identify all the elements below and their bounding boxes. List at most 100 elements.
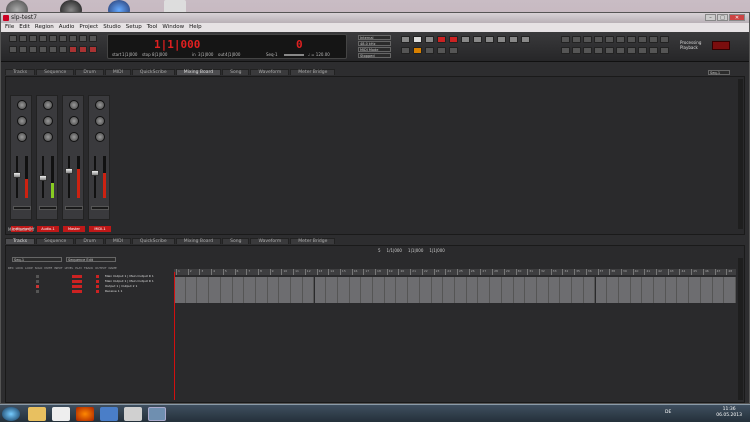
play-enable-icon[interactable] bbox=[96, 285, 99, 288]
grid-cell[interactable] bbox=[630, 277, 643, 303]
grid-cell[interactable] bbox=[419, 277, 432, 303]
transport-btn-1[interactable] bbox=[19, 35, 27, 42]
grid-cell[interactable] bbox=[244, 277, 256, 303]
fader-value-box[interactable] bbox=[13, 206, 31, 210]
grid-cell[interactable] bbox=[560, 277, 573, 303]
mode-btn-1[interactable] bbox=[413, 36, 422, 43]
play-enable-icon[interactable] bbox=[96, 280, 99, 283]
grid-cell[interactable] bbox=[466, 277, 479, 303]
menu-window[interactable]: Window bbox=[162, 23, 184, 32]
window-btn-0-9[interactable] bbox=[660, 36, 669, 43]
grid-cell[interactable] bbox=[665, 277, 678, 303]
transport-btn-row2-5[interactable] bbox=[59, 46, 67, 53]
record-enable-icon[interactable] bbox=[36, 275, 39, 278]
grid-cell[interactable] bbox=[373, 277, 385, 303]
clock[interactable]: 11:36 06.05.2013 bbox=[716, 407, 742, 419]
send-knob[interactable] bbox=[69, 116, 79, 126]
grid-cell[interactable] bbox=[209, 277, 221, 303]
volume-fader[interactable] bbox=[13, 171, 21, 178]
channel-name-3[interactable]: Master bbox=[63, 226, 85, 232]
play-enable-icon[interactable] bbox=[96, 275, 99, 278]
pan-knob[interactable] bbox=[43, 100, 53, 110]
window-btn-0-5[interactable] bbox=[616, 36, 625, 43]
mixer-tab-meter-bridge[interactable]: Meter Bridge bbox=[290, 69, 336, 75]
window-btn-0-3[interactable] bbox=[594, 36, 603, 43]
digital-performer-taskbar-icon[interactable] bbox=[148, 407, 166, 421]
transport-btn-row2-3[interactable] bbox=[39, 46, 47, 53]
tracks-tab-song[interactable]: Song bbox=[222, 238, 250, 244]
grid-cell[interactable] bbox=[396, 277, 409, 303]
tracks-tab-meter-bridge[interactable]: Meter Bridge bbox=[290, 238, 336, 244]
transport-btn-row2-4[interactable] bbox=[49, 46, 57, 53]
tracks-tab-quickscribe[interactable]: QuickScribe bbox=[131, 238, 175, 244]
mode-btn-3[interactable] bbox=[437, 36, 446, 43]
midi-mode-dropdown[interactable]: MIDI Mode bbox=[358, 47, 391, 52]
grid-cell[interactable] bbox=[232, 277, 245, 303]
out-value[interactable]: 4|1|000 bbox=[225, 52, 240, 57]
record-enable-icon[interactable] bbox=[36, 285, 39, 288]
transport-btn-row2-1[interactable] bbox=[19, 46, 27, 53]
grid-cell[interactable] bbox=[255, 277, 268, 303]
mixer-tab-song[interactable]: Song bbox=[222, 69, 250, 75]
window-btn-1-4[interactable] bbox=[605, 47, 614, 54]
grid-cell[interactable] bbox=[712, 277, 725, 303]
send-knob[interactable] bbox=[95, 116, 105, 126]
view-dropdown[interactable]: Sequence Edit bbox=[66, 257, 116, 262]
grid-cell[interactable] bbox=[408, 277, 420, 303]
mixer-tab-waveform[interactable]: Waveform bbox=[250, 69, 290, 75]
transport-btn-row2-2[interactable] bbox=[29, 46, 37, 53]
menu-tool[interactable]: Tool bbox=[147, 23, 158, 32]
transport-btn-0[interactable] bbox=[9, 35, 17, 42]
tracks-tab-sequence[interactable]: Sequence bbox=[36, 238, 75, 244]
menu-setup[interactable]: Setup bbox=[126, 23, 142, 32]
mixer-seq-dropdown[interactable]: Seq-1 bbox=[708, 70, 730, 75]
transport-btn-7[interactable] bbox=[79, 35, 87, 42]
fader-value-box[interactable] bbox=[91, 206, 109, 210]
tracks-tab-midi[interactable]: MIDI bbox=[104, 238, 131, 244]
grid-cell[interactable] bbox=[583, 277, 596, 303]
mode-btn-row2-0[interactable] bbox=[401, 47, 410, 54]
media-player-icon[interactable] bbox=[52, 407, 70, 421]
grid-cell[interactable] bbox=[689, 277, 701, 303]
transport-btn-row2-7[interactable] bbox=[79, 46, 87, 53]
window-btn-0-1[interactable] bbox=[572, 36, 581, 43]
track-row[interactable]: Receive 1 1 bbox=[8, 289, 178, 294]
mixer-tab-midi[interactable]: MIDI bbox=[104, 69, 131, 75]
grid-cell[interactable] bbox=[700, 277, 713, 303]
grid-cell[interactable] bbox=[384, 277, 397, 303]
language-indicator[interactable]: DE bbox=[665, 410, 671, 415]
tempo-slider[interactable] bbox=[284, 54, 304, 56]
grid-cell[interactable] bbox=[677, 277, 690, 303]
menu-help[interactable]: Help bbox=[189, 23, 202, 32]
mixer-scrollbar[interactable] bbox=[738, 79, 743, 229]
menu-region[interactable]: Region bbox=[35, 23, 54, 32]
grid-cell[interactable] bbox=[302, 277, 315, 303]
mode-btn-6[interactable] bbox=[473, 36, 482, 43]
grid-cell[interactable] bbox=[572, 277, 584, 303]
samplerate-dropdown[interactable]: 48.0 kHz bbox=[358, 41, 391, 46]
tracks-tab-mixing-board[interactable]: Mixing Board bbox=[175, 238, 222, 244]
minimize-button[interactable]: – bbox=[705, 14, 716, 21]
transport-btn-2[interactable] bbox=[29, 35, 37, 42]
volume-fader[interactable] bbox=[39, 174, 47, 181]
grid-cell[interactable] bbox=[314, 277, 327, 303]
grid-cell[interactable] bbox=[478, 277, 491, 303]
window-btn-1-6[interactable] bbox=[627, 47, 636, 54]
mixer-tab-quickscribe[interactable]: QuickScribe bbox=[131, 69, 175, 75]
trim-knob[interactable] bbox=[43, 132, 53, 142]
grid-cell[interactable] bbox=[642, 277, 655, 303]
menu-edit[interactable]: Edit bbox=[19, 23, 30, 32]
mixer-tab-tracks[interactable]: Tracks bbox=[5, 69, 36, 75]
maximize-button[interactable]: □ bbox=[717, 14, 728, 21]
mode-btn-9[interactable] bbox=[509, 36, 518, 43]
main-counter[interactable]: 1|1|000 bbox=[154, 38, 200, 51]
window-btn-0-4[interactable] bbox=[605, 36, 614, 43]
grid-cell[interactable] bbox=[291, 277, 303, 303]
mode-btn-row2-1[interactable] bbox=[413, 47, 422, 54]
window-btn-1-3[interactable] bbox=[594, 47, 603, 54]
mixer-tab-sequence[interactable]: Sequence bbox=[36, 69, 75, 75]
transport-btn-3[interactable] bbox=[39, 35, 47, 42]
close-button[interactable]: ✕ bbox=[729, 14, 745, 21]
mix-mode-toggle[interactable]: Mix Mode Off bbox=[8, 227, 34, 232]
transport-btn-6[interactable] bbox=[69, 35, 77, 42]
